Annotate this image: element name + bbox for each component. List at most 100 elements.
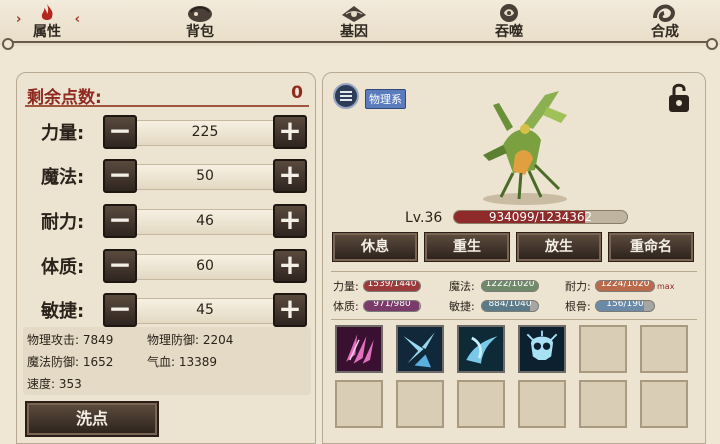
tab-devour[interactable]: 吞噬 — [474, 2, 544, 42]
tab-label: 合成 — [651, 24, 679, 40]
speed-stat: 速度: 353 — [27, 377, 82, 391]
skill-slot-9[interactable] — [457, 380, 505, 428]
increase-button[interactable]: + — [273, 115, 307, 149]
whirlwind-skill-icon — [459, 327, 503, 371]
stat-row-constitution: 体质: − 60 + — [17, 249, 317, 283]
attr-bar-text: 971/980 — [373, 300, 411, 309]
synthesis-icon — [653, 4, 675, 23]
claw-skill-icon — [337, 327, 381, 371]
attr-bar-agility: 884/1040 — [481, 300, 539, 312]
attr-label-root: 根骨: — [565, 300, 591, 313]
skill-slot-8[interactable] — [396, 380, 444, 428]
flame-icon — [41, 4, 53, 20]
physical-attack: 物理攻击: 7849 — [27, 333, 114, 347]
skill-slot-7[interactable] — [335, 380, 383, 428]
stat-label: 魔法: — [41, 167, 85, 188]
tab-label: 吞噬 — [495, 24, 523, 40]
attr-bar-strength: 1539/1440 — [363, 280, 421, 292]
tab-gene[interactable]: 基因 — [319, 2, 389, 42]
remaining-points-label: 剩余点数: — [27, 88, 102, 108]
attr-label-constitution: 体质: — [333, 300, 359, 313]
tab-bar: › 属性 ‹ 背包 基因 吞噬 合成 — [0, 0, 720, 50]
attr-label-agility: 敏捷: — [449, 300, 475, 313]
pet-hp-bar: 934099/1234362 — [453, 210, 628, 224]
increase-button[interactable]: + — [273, 293, 307, 327]
rest-button[interactable]: 休息 — [332, 232, 418, 262]
tab-synthesis[interactable]: 合成 — [630, 2, 700, 42]
skill-slot-1[interactable] — [335, 325, 383, 373]
divider — [331, 271, 697, 272]
attr-bar-text: 1224/1020 — [600, 280, 650, 289]
pet-hp-text: 934099/1234362 — [488, 210, 593, 224]
stat-value: 45 — [196, 302, 214, 318]
skill-slot-11[interactable] — [579, 380, 627, 428]
skill-slot-3[interactable] — [457, 325, 505, 373]
ice-shard-skill-icon — [398, 327, 442, 371]
divider — [331, 319, 697, 320]
skill-slot-6[interactable] — [640, 325, 688, 373]
attr-bar-text: 1539/1440 — [367, 280, 417, 289]
magic-defense: 魔法防御: 1652 — [27, 355, 114, 369]
attr-bar-text: 156/190 — [606, 300, 644, 309]
tab-label: 背包 — [186, 24, 214, 40]
attribute-allocation-panel: 剩余点数: 0 力量: − 225 + 魔法: − 50 + 耐力: − 46 … — [16, 72, 316, 444]
attr-label-magic: 魔法: — [449, 280, 475, 293]
increase-button[interactable]: + — [273, 204, 307, 238]
attr-bar-constitution: 971/980 — [363, 300, 421, 312]
stat-row-agility: 敏捷: − 45 + — [17, 293, 317, 327]
tab-bag[interactable]: 背包 — [165, 2, 235, 42]
decrease-button[interactable]: − — [103, 293, 137, 327]
pet-portrait — [483, 91, 567, 205]
pet-level: Lv.36 — [405, 210, 443, 226]
release-button[interactable]: 放生 — [516, 232, 602, 262]
skill-slot-12[interactable] — [640, 380, 688, 428]
rename-button[interactable]: 重命名 — [608, 232, 694, 262]
chevron-right-icon: ‹ — [74, 12, 80, 27]
tab-label: 基因 — [340, 24, 368, 40]
remaining-points-row: 剩余点数: 0 — [25, 81, 309, 108]
stat-value: 46 — [196, 213, 214, 229]
skill-slot-4[interactable] — [518, 325, 566, 373]
bag-icon — [188, 6, 212, 22]
stat-value: 225 — [191, 124, 219, 140]
stat-label: 敏捷: — [41, 301, 85, 322]
stat-label: 耐力: — [41, 212, 85, 233]
pet-type-badge: 物理系 — [365, 89, 406, 109]
skill-slot-5[interactable] — [579, 325, 627, 373]
attr-bar-endurance: 1224/1020 — [595, 280, 655, 292]
max-tag: max — [657, 282, 675, 291]
decrease-button[interactable]: − — [103, 249, 137, 283]
stat-row-strength: 力量: − 225 + — [17, 115, 317, 149]
attr-bar-magic: 1222/1020 — [481, 280, 539, 292]
derived-stats: 物理攻击: 7849 物理防御: 2204 魔法防御: 1652 气血: 133… — [23, 327, 311, 395]
stat-value: 60 — [196, 258, 214, 274]
attr-bar-root: 156/190 — [595, 300, 655, 312]
stat-label: 力量: — [41, 123, 85, 144]
devour-icon — [500, 4, 518, 22]
attr-label-endurance: 耐力: — [565, 280, 591, 293]
stat-row-endurance: 耐力: − 46 + — [17, 204, 317, 238]
attr-bar-text: 1222/1020 — [485, 280, 535, 289]
physical-defense: 物理防御: 2204 — [147, 333, 234, 347]
gene-icon — [342, 6, 366, 22]
menu-list-icon[interactable] — [333, 83, 359, 109]
pet-detail-panel: 物理系 Lv.36 934099/1234362 休息 重生 放生 重命名 力量… — [322, 72, 706, 444]
increase-button[interactable]: + — [273, 159, 307, 193]
skill-slot-10[interactable] — [518, 380, 566, 428]
decrease-button[interactable]: − — [103, 204, 137, 238]
stat-value: 50 — [196, 168, 214, 184]
stat-label: 体质: — [41, 257, 85, 278]
decrease-button[interactable]: − — [103, 115, 137, 149]
attr-bar-text: 884/1040 — [488, 300, 532, 309]
tab-label: 属性 — [33, 24, 61, 40]
hp-stat: 气血: 13389 — [147, 355, 218, 369]
decrease-button[interactable]: − — [103, 159, 137, 193]
tab-attributes[interactable]: › 属性 ‹ — [12, 2, 82, 42]
unlock-icon[interactable] — [665, 81, 693, 115]
increase-button[interactable]: + — [273, 249, 307, 283]
stat-row-magic: 魔法: − 50 + — [17, 159, 317, 193]
remaining-points-value: 0 — [291, 83, 303, 103]
rebirth-button[interactable]: 重生 — [424, 232, 510, 262]
reset-points-button[interactable]: 洗点 — [25, 401, 159, 437]
skill-slot-2[interactable] — [396, 325, 444, 373]
